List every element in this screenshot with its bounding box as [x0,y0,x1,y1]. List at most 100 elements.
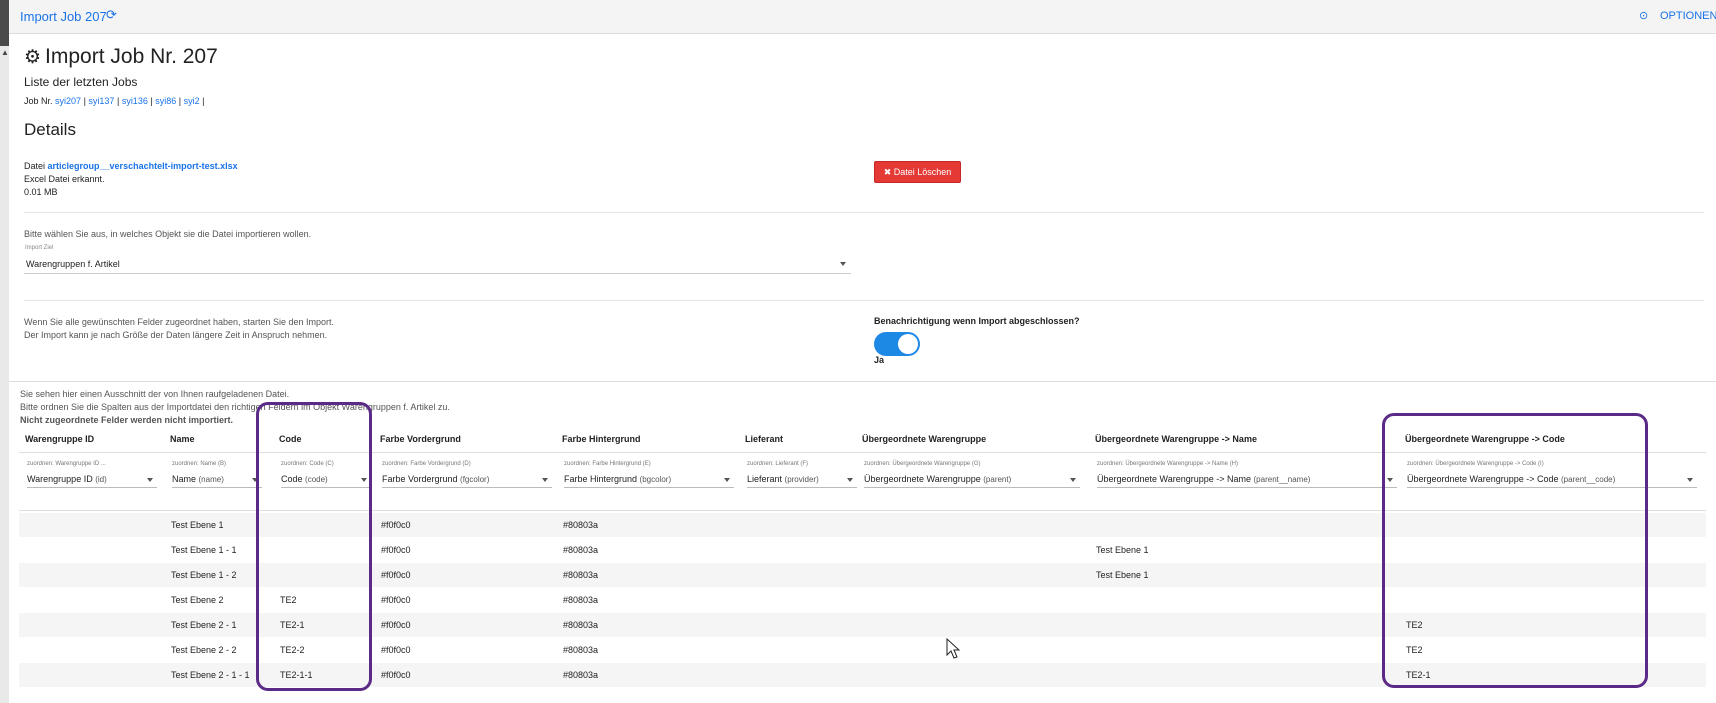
scrollbar-thumb[interactable] [0,0,9,46]
column-header: Farbe Vordergrund [380,434,461,444]
notify-value: Ja [874,355,885,365]
file-type: Excel Datei erkannt. [24,174,105,184]
target-select-underline [24,273,851,274]
job-links: Job Nr. syi207 | syi137 | syi136 | syi86… [24,96,205,106]
column-header: Übergeordnete Warengruppe -> Name [1095,434,1257,444]
job-link[interactable]: syi207 [55,96,81,106]
mapping-key: (name) [198,475,224,484]
notify-label: Benachrichtigung wenn Import abgeschloss… [874,316,1080,326]
mapping-key: (provider) [784,475,819,484]
job-link[interactable]: syi137 [88,96,114,106]
left-scrollbar[interactable]: ▲ [0,0,9,703]
top-bar: Import Job 207 ⟳ ⊙ OPTIONEN [9,0,1716,34]
table-cell: #80803a [563,670,599,680]
page-title-text: Import Job Nr. 207 [45,45,218,68]
code-column-highlight [256,402,372,691]
notify-toggle[interactable] [874,332,920,356]
chevron-down-icon[interactable] [847,478,853,482]
table-cell: #80803a [563,595,599,605]
table-cell: #80803a [563,545,599,555]
chevron-down-icon[interactable] [1070,478,1076,482]
chevron-down-icon[interactable] [542,478,548,482]
column-header: Warengruppe ID [25,434,95,444]
table-cell: #f0f0c0 [381,595,411,605]
gear-icon: ⚙ [24,47,42,68]
target-prompt: Bitte wählen Sie aus, in welches Objekt … [24,229,312,239]
mapping-underline [172,487,262,488]
intro-line: Sie sehen hier einen Ausschnitt der von … [20,389,290,399]
scroll-up-icon[interactable]: ▲ [1,48,9,57]
table-cell: Test Ebene 1 [1096,545,1149,555]
table-cell: Test Ebene 2 [171,595,224,605]
mapping-intro: Sie sehen hier einen Ausschnitt der von … [20,388,450,427]
mapping-label: zuordnen: Lieferant (F) [747,461,809,467]
details-heading: Details [24,120,76,139]
mapping-key: (fgcolor) [460,475,490,484]
target-select[interactable]: Warengruppen f. Artikel [26,259,120,269]
start-hint: Wenn Sie alle gewünschten Felder zugeord… [24,316,334,342]
mapping-value[interactable]: Farbe Vordergrund (fgcolor) [382,474,489,484]
mapping-underline [27,487,157,488]
mapping-label: zuordnen: Name (B) [172,461,227,467]
page-title: ⚙ Import Job Nr. 207 [24,45,218,69]
divider [24,300,1704,301]
mapping-value[interactable]: Übergeordnete Warengruppe (parent) [864,474,1011,484]
parent-code-column-highlight [1382,413,1648,688]
delete-file-button[interactable]: ✖ Datei Löschen [874,161,961,183]
options-button[interactable]: OPTIONEN [1660,10,1716,22]
mapping-key: (bgcolor) [639,475,672,484]
table-cell: #80803a [563,570,599,580]
target-select-label: Import Ziel [25,245,54,251]
table-cell: #f0f0c0 [381,645,411,655]
mapping-underline [864,487,1080,488]
chevron-down-icon[interactable] [724,478,730,482]
intro-line: Nicht zugeordnete Felder werden nicht im… [20,415,234,425]
table-cell: #f0f0c0 [381,670,411,680]
refresh-icon[interactable]: ⟳ [106,7,117,23]
table-cell: #f0f0c0 [381,520,411,530]
table-cell: Test Ebene 2 - 1 - 1 [171,670,250,680]
table-cell: #f0f0c0 [381,620,411,630]
table-cell: Test Ebene 2 - 1 [171,620,237,630]
file-name-link[interactable]: articlegroup__verschachtelt-import-test.… [48,161,238,171]
job-prefix: Job Nr. [24,96,53,106]
chevron-down-icon[interactable] [840,262,846,266]
mapping-label: zuordnen: Farbe Vordergrund (D) [382,461,471,467]
mapping-underline [747,487,857,488]
file-prefix: Datei [24,161,46,171]
start-hint-line: Wenn Sie alle gewünschten Felder zugeord… [24,317,335,327]
table-cell: Test Ebene 1 - 2 [171,570,237,580]
mapping-key: (parent) [983,475,1012,484]
mapping-value[interactable]: Name (name) [172,474,224,484]
table-cell: Test Ebene 1 [1096,570,1149,580]
mapping-value[interactable]: Farbe Hintergrund (bgcolor) [564,474,671,484]
mapping-value[interactable]: Lieferant (provider) [747,474,819,484]
mouse-cursor-icon [946,638,960,659]
mapping-value[interactable]: Übergeordnete Warengruppe -> Name (paren… [1097,474,1310,484]
chevron-down-icon[interactable] [1687,478,1693,482]
mapping-underline [564,487,734,488]
mapping-key: (parent__name) [1253,475,1311,484]
jobs-subtitle: Liste der letzten Jobs [24,75,138,89]
start-hint-line: Der Import kann je nach Größe der Daten … [24,330,328,340]
file-info: Datei articlegroup__verschachtelt-import… [24,160,238,199]
intro-line: Bitte ordnen Sie die Spalten aus der Imp… [20,402,450,412]
table-cell: #f0f0c0 [381,545,411,555]
column-header: Übergeordnete Warengruppe [862,434,987,444]
job-link[interactable]: syi136 [122,96,148,106]
column-header: Farbe Hintergrund [562,434,641,444]
table-cell: #80803a [563,520,599,530]
mapping-value[interactable]: Warengruppe ID (id) [27,474,107,484]
job-link[interactable]: syi2 [184,96,200,106]
table-cell: #80803a [563,645,599,655]
breadcrumb-title[interactable]: Import Job 207 [20,9,107,24]
mapping-label: zuordnen: Farbe Hintergrund (E) [564,461,651,467]
job-link[interactable]: syi86 [155,96,176,106]
table-cell: #f0f0c0 [381,570,411,580]
table-cell: Test Ebene 1 - 1 [171,545,237,555]
table-cell: #80803a [563,620,599,630]
clock-icon[interactable]: ⊙ [1639,9,1648,22]
mapping-underline [382,487,552,488]
divider [24,212,1704,213]
chevron-down-icon[interactable] [147,478,153,482]
